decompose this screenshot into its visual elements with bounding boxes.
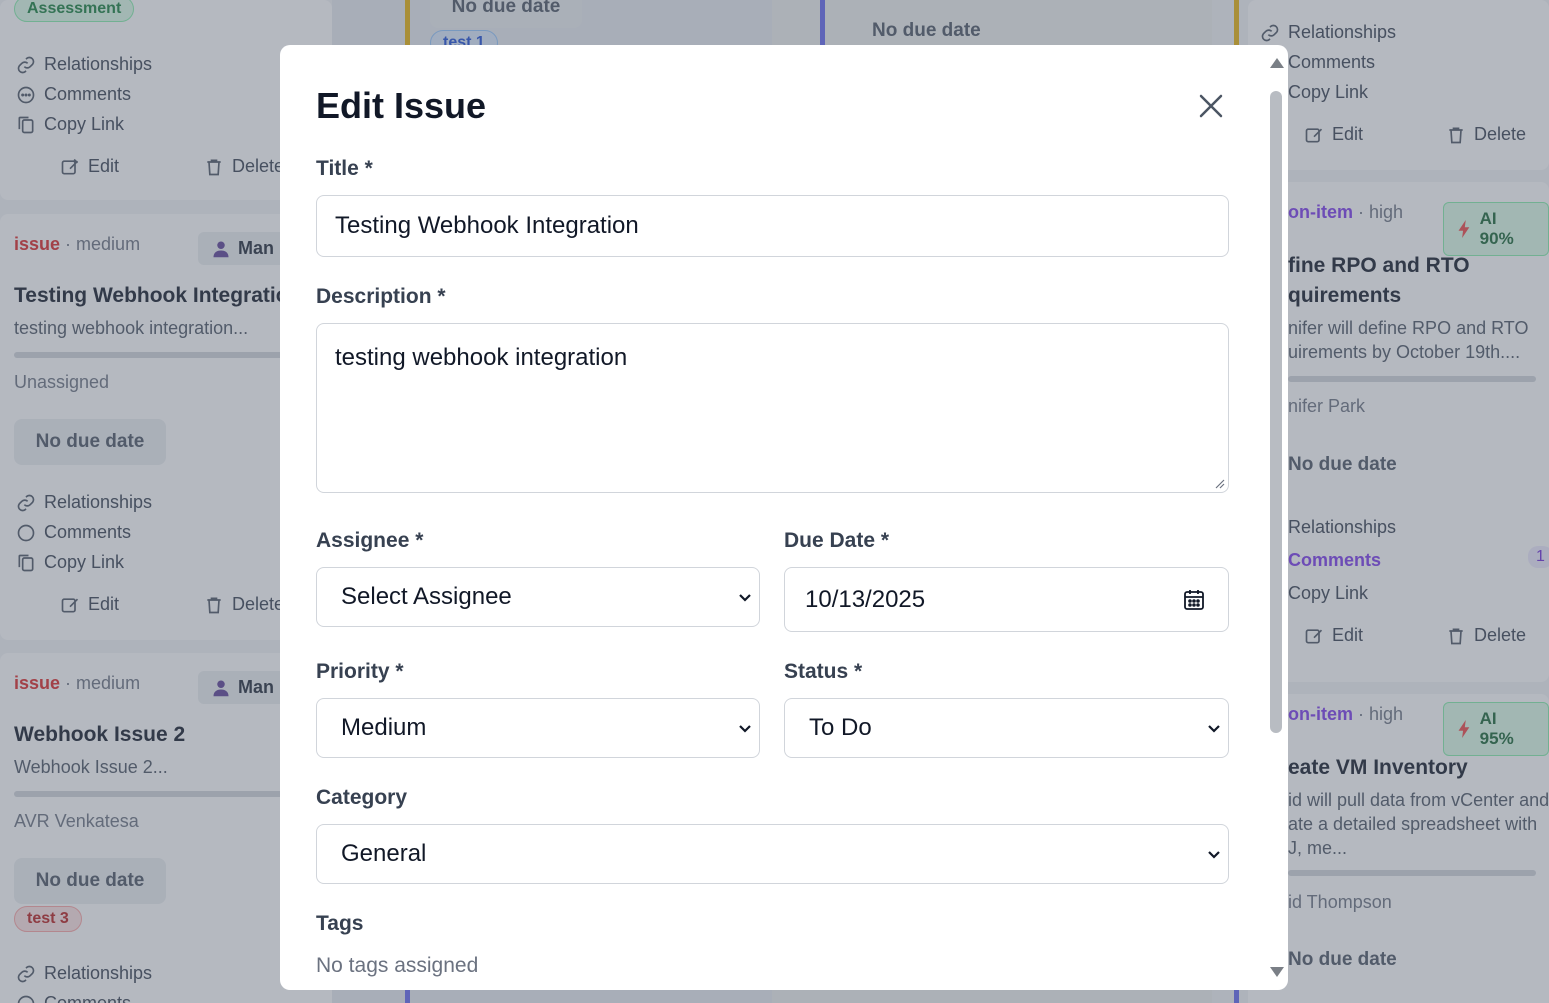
- category-value: General: [341, 840, 427, 867]
- status-label: Status *: [784, 660, 863, 683]
- close-icon: [1199, 94, 1223, 118]
- chevron-down-icon: [1208, 851, 1220, 859]
- close-button[interactable]: [1195, 90, 1227, 122]
- scroll-up-arrow-icon[interactable]: [1270, 58, 1284, 68]
- priority-select[interactable]: Medium: [316, 698, 760, 758]
- priority-label: Priority *: [316, 660, 404, 683]
- tags-empty-text: No tags assigned: [316, 954, 479, 977]
- priority-value: Medium: [341, 714, 427, 741]
- calendar-icon[interactable]: [1182, 588, 1206, 612]
- assignee-label: Assignee *: [316, 529, 424, 552]
- chevron-down-icon: [739, 725, 751, 733]
- scroll-down-arrow-icon[interactable]: [1270, 967, 1284, 977]
- category-select[interactable]: General: [316, 824, 1229, 884]
- due-date-value: 10/13/2025: [805, 585, 926, 613]
- description-value: testing webhook integration: [335, 344, 628, 371]
- tags-label: Tags: [316, 912, 364, 935]
- title-value: Testing Webhook Integration: [335, 212, 639, 239]
- status-value: To Do: [809, 714, 872, 741]
- description-textarea[interactable]: testing webhook integration: [316, 323, 1229, 493]
- title-label: Title *: [316, 157, 373, 180]
- edit-issue-modal: Edit Issue Title * Testing Webhook Integ…: [280, 45, 1288, 990]
- description-label: Description *: [316, 285, 446, 308]
- due-date-input[interactable]: 10/13/2025: [784, 567, 1229, 632]
- chevron-down-icon: [739, 594, 751, 602]
- modal-scrollbar[interactable]: [1264, 55, 1288, 980]
- assignee-value: Select Assignee: [341, 583, 512, 610]
- chevron-down-icon: [1208, 725, 1220, 733]
- category-label: Category: [316, 786, 408, 809]
- title-input[interactable]: Testing Webhook Integration: [316, 195, 1229, 257]
- assignee-select[interactable]: Select Assignee: [316, 567, 760, 627]
- due-date-label: Due Date *: [784, 529, 890, 552]
- resize-handle-icon[interactable]: [1213, 477, 1225, 489]
- status-select[interactable]: To Do: [784, 698, 1229, 758]
- scroll-thumb[interactable]: [1270, 91, 1282, 733]
- modal-title: Edit Issue: [316, 85, 487, 126]
